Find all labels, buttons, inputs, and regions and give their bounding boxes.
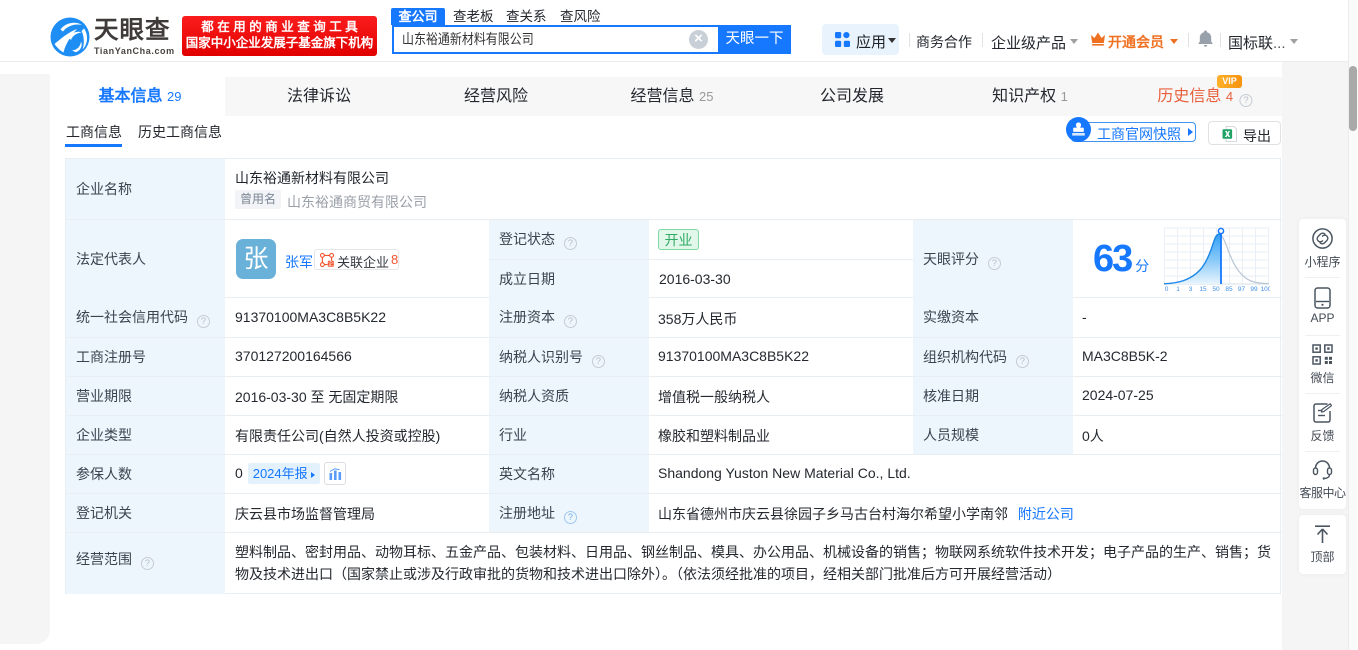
svg-text:企: 企: [328, 260, 334, 267]
svg-text:85: 85: [1225, 286, 1233, 293]
svg-text:97: 97: [1238, 286, 1246, 293]
svg-text:3: 3: [1189, 286, 1193, 293]
svg-text:1: 1: [1176, 286, 1180, 293]
svg-text:50: 50: [1212, 286, 1220, 293]
svg-text:99: 99: [1250, 286, 1258, 293]
svg-text:0: 0: [1165, 286, 1169, 293]
svg-text:15: 15: [1199, 286, 1207, 293]
svg-text:100: 100: [1261, 286, 1270, 293]
